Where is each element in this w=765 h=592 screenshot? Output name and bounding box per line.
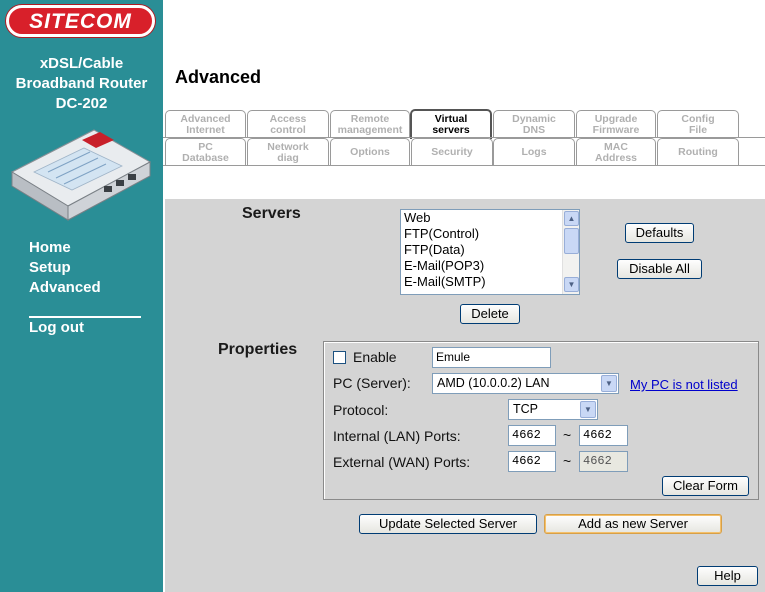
pc-server-value: AMD (10.0.0.2) LAN bbox=[437, 376, 550, 390]
chevron-down-icon: ▼ bbox=[580, 401, 596, 418]
server-listbox[interactable]: Web FTP(Control) FTP(Data) E-Mail(POP3) … bbox=[400, 209, 580, 295]
internal-port-from-field[interactable]: 4662 bbox=[508, 425, 556, 446]
internal-ports-label: Internal (LAN) Ports: bbox=[333, 428, 461, 444]
port-range-separator: ~ bbox=[563, 427, 572, 443]
delete-button[interactable]: Delete bbox=[460, 304, 520, 324]
sidebar: SITECOM xDSL/Cable Broadband Router DC-2… bbox=[0, 0, 163, 592]
tab-config-file[interactable]: Config File bbox=[657, 110, 739, 138]
external-port-to-field: 4662 bbox=[579, 451, 628, 472]
server-list-scrollbar[interactable]: ▲ ▼ bbox=[562, 210, 579, 294]
page-title: Advanced bbox=[175, 67, 262, 87]
main-nav: Home Setup Advanced bbox=[29, 238, 101, 298]
scroll-down-icon[interactable]: ▼ bbox=[564, 277, 579, 292]
tab-pc-database[interactable]: PC Database bbox=[165, 138, 246, 166]
properties-heading: Properties bbox=[218, 341, 298, 358]
protocol-label: Protocol: bbox=[333, 402, 389, 418]
internal-port-to-field[interactable]: 4662 bbox=[579, 425, 628, 446]
tab-upgrade-firmware[interactable]: Upgrade Firmware bbox=[576, 110, 656, 138]
clear-form-button[interactable]: Clear Form bbox=[662, 476, 749, 496]
update-server-button[interactable]: Update Selected Server bbox=[359, 514, 537, 534]
list-item[interactable]: E-Mail(SMTP) bbox=[401, 274, 579, 290]
scroll-thumb[interactable] bbox=[564, 228, 579, 254]
add-server-button[interactable]: Add as new Server bbox=[544, 514, 722, 534]
chevron-down-icon: ▼ bbox=[601, 375, 617, 392]
tab-access-control[interactable]: Access control bbox=[247, 110, 329, 138]
servers-heading: Servers bbox=[242, 205, 301, 222]
product-line-2: Broadband Router bbox=[15, 75, 148, 92]
product-name: xDSL/Cable Broadband Router DC-202 bbox=[0, 54, 163, 114]
external-ports-label: External (WAN) Ports: bbox=[333, 454, 471, 470]
product-line-3: DC-202 bbox=[55, 95, 108, 112]
list-item[interactable]: E-Mail(POP3) bbox=[401, 258, 579, 274]
enable-checkbox[interactable] bbox=[333, 351, 346, 364]
nav-logout[interactable]: Log out bbox=[29, 318, 84, 338]
router-image bbox=[10, 129, 152, 221]
tab-bar-bottom-border bbox=[163, 165, 765, 166]
protocol-select[interactable]: TCP ▼ bbox=[508, 399, 598, 420]
list-item[interactable]: FTP(Control) bbox=[401, 226, 579, 242]
list-item[interactable]: FTP(Data) bbox=[401, 242, 579, 258]
tab-virtual-servers[interactable]: Virtual servers bbox=[410, 109, 492, 139]
pc-server-select[interactable]: AMD (10.0.0.2) LAN ▼ bbox=[432, 373, 619, 394]
tab-security[interactable]: Security bbox=[411, 138, 493, 166]
tab-network-diag[interactable]: Network diag bbox=[247, 138, 329, 166]
tab-remote-management[interactable]: Remote management bbox=[330, 110, 410, 138]
disable-all-button[interactable]: Disable All bbox=[617, 259, 702, 279]
pc-server-label: PC (Server): bbox=[333, 375, 411, 391]
help-button[interactable]: Help bbox=[697, 566, 758, 586]
nav-home[interactable]: Home bbox=[29, 238, 101, 258]
tab-advanced-internet[interactable]: Advanced Internet bbox=[165, 110, 246, 138]
port-range-separator: ~ bbox=[563, 453, 572, 469]
protocol-value: TCP bbox=[513, 402, 538, 416]
external-port-from-field[interactable]: 4662 bbox=[508, 451, 556, 472]
tab-options[interactable]: Options bbox=[330, 138, 410, 166]
nav-advanced[interactable]: Advanced bbox=[29, 278, 101, 298]
tab-mac-address[interactable]: MAC Address bbox=[576, 138, 656, 166]
tab-logs[interactable]: Logs bbox=[493, 138, 575, 166]
pc-not-listed-link[interactable]: My PC is not listed bbox=[630, 377, 738, 392]
sitecom-logo: SITECOM bbox=[6, 5, 155, 37]
server-name-field[interactable]: Emule bbox=[432, 347, 551, 368]
defaults-button[interactable]: Defaults bbox=[625, 223, 694, 243]
nav-setup[interactable]: Setup bbox=[29, 258, 101, 278]
tab-routing[interactable]: Routing bbox=[657, 138, 739, 166]
list-item[interactable]: Web bbox=[401, 210, 579, 226]
product-line-1: xDSL/Cable bbox=[39, 55, 124, 72]
tab-dynamic-dns[interactable]: Dynamic DNS bbox=[493, 110, 575, 138]
enable-label: Enable bbox=[353, 349, 397, 365]
scroll-up-icon[interactable]: ▲ bbox=[564, 211, 579, 226]
